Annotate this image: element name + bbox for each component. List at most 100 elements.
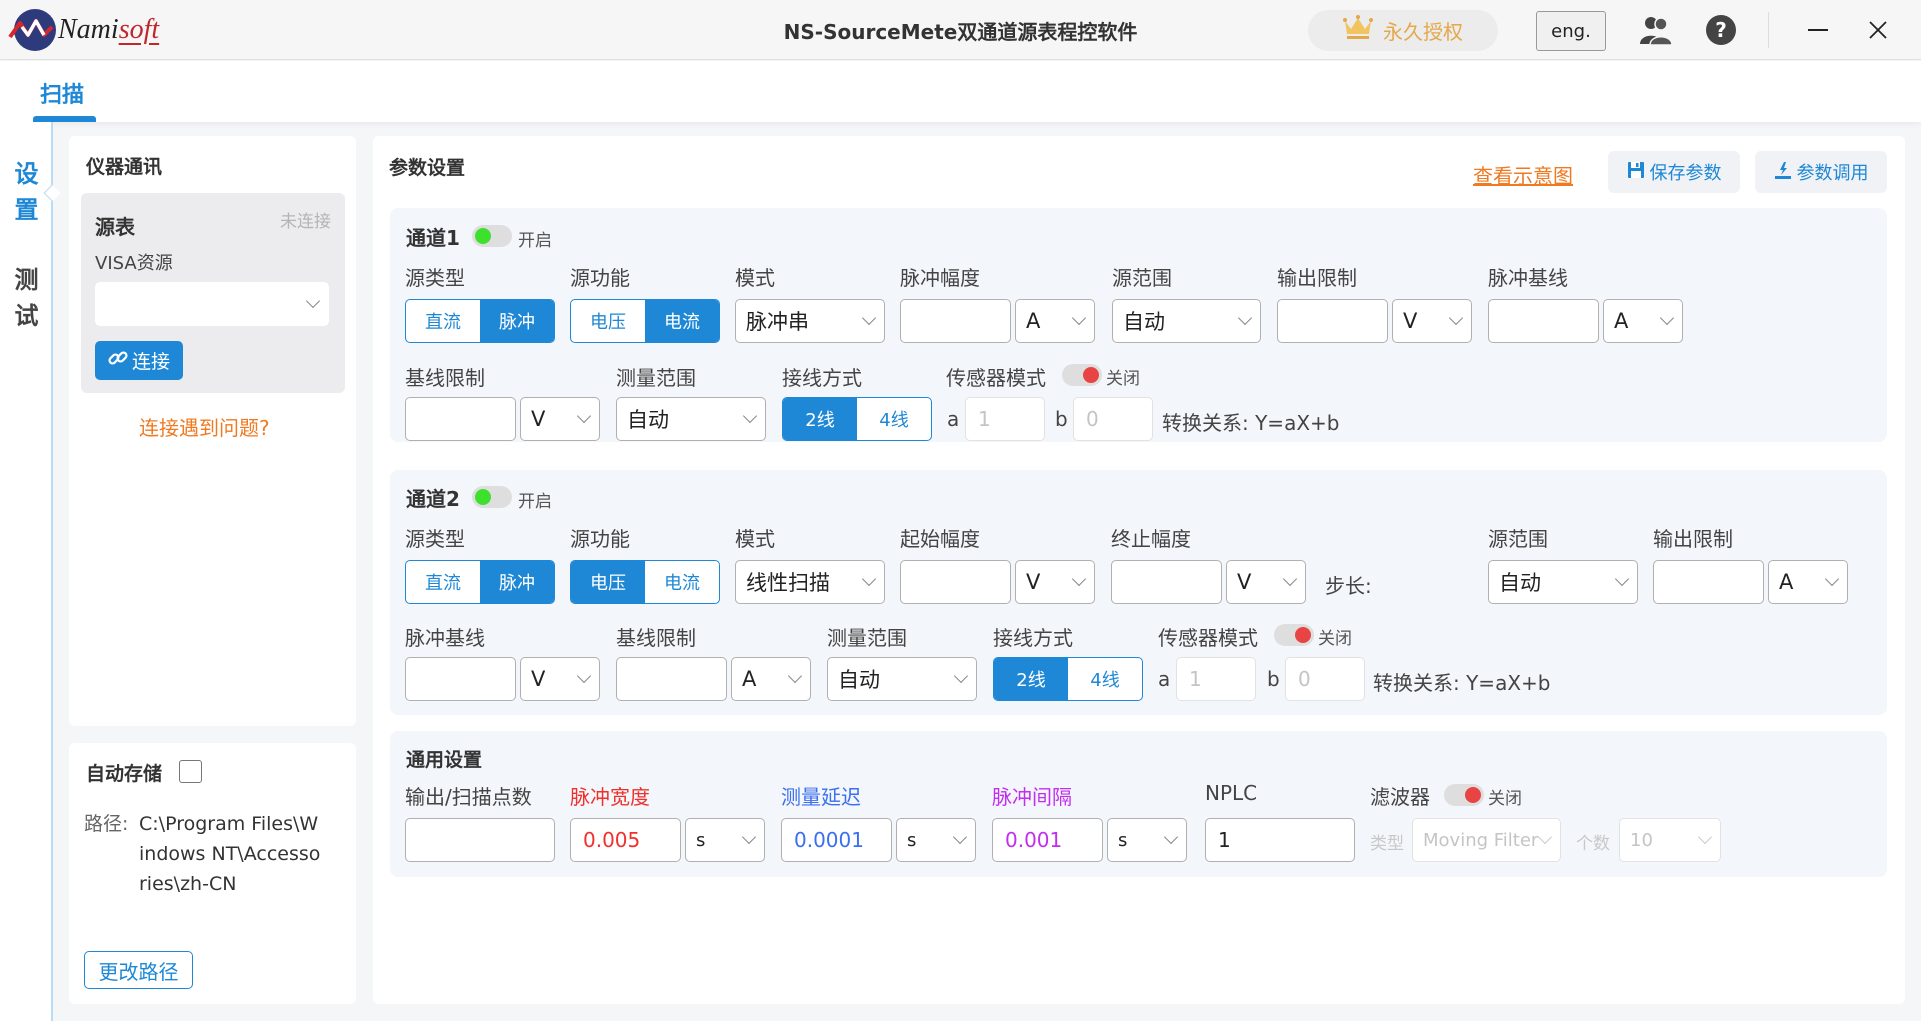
ch2-start-amplitude-unit[interactable]: V [1015, 560, 1095, 604]
pulse-width-input[interactable]: 0.005 [570, 818, 681, 862]
ch2-pulse-baseline-unit[interactable]: V [520, 657, 600, 701]
ch2-b-label: b [1267, 667, 1280, 691]
ch1-wiring-4wire[interactable]: 4线 [857, 398, 931, 440]
ch1-source-type-dc[interactable]: 直流 [406, 300, 480, 342]
connection-help-link[interactable]: 连接遇到问题? [139, 412, 270, 441]
channel1-enable-state: 开启 [518, 231, 552, 251]
logo-text: Namisoft [58, 14, 160, 45]
pulse-interval-input[interactable]: 0.001 [992, 818, 1103, 862]
ch1-pulse-amplitude-input[interactable] [900, 299, 1011, 343]
ch2-measure-range-label: 测量范围 [827, 626, 907, 650]
points-input[interactable] [405, 818, 555, 862]
license-badge[interactable]: 永久授权 [1308, 10, 1498, 51]
ch2-start-amplitude-input[interactable] [900, 560, 1011, 604]
minimize-icon[interactable] [1798, 10, 1838, 50]
ch2-function-voltage[interactable]: 电压 [571, 561, 645, 603]
ch2-output-limit-input[interactable] [1653, 560, 1764, 604]
change-path-button[interactable]: 更改路径 [84, 951, 193, 989]
ch2-baseline-limit-unit[interactable]: A [731, 657, 811, 701]
chevron-down-icon [1697, 829, 1713, 845]
ch1-baseline-limit-input[interactable] [405, 397, 516, 441]
pulse-width-unit[interactable]: s [685, 818, 765, 862]
nplc-input[interactable]: 1 [1205, 818, 1355, 862]
ch2-stop-amplitude-input[interactable] [1111, 560, 1222, 604]
chevron-down-icon [305, 293, 321, 309]
ch1-source-range-select[interactable]: 自动 [1112, 299, 1261, 343]
load-params-button[interactable]: 参数调用 [1755, 151, 1887, 193]
language-button[interactable]: eng. [1536, 11, 1606, 51]
ch1-pulse-amplitude-unit[interactable]: A [1015, 299, 1095, 343]
ch1-mode-label: 模式 [735, 266, 775, 290]
ch1-pulse-baseline-input[interactable] [1488, 299, 1599, 343]
ch1-a-input[interactable]: 1 [965, 397, 1045, 441]
chevron-down-icon [1071, 310, 1087, 326]
ch1-source-function-label: 源功能 [570, 266, 630, 290]
ch2-output-limit-unit[interactable]: A [1768, 560, 1848, 604]
channel2-section: 通道2 开启 源类型 源功能 模式 起始幅度 终止幅度 源范围 输出限制 直流 … [390, 470, 1887, 715]
ch1-function-voltage[interactable]: 电压 [571, 300, 645, 342]
pulse-interval-unit[interactable]: s [1107, 818, 1187, 862]
ch2-baseline-limit-input[interactable] [616, 657, 727, 701]
ch2-source-range-label: 源范围 [1488, 527, 1548, 551]
save-params-button[interactable]: 保存参数 [1608, 151, 1740, 193]
logo-wave-icon [8, 9, 56, 51]
channel1-enable-toggle[interactable] [472, 225, 512, 247]
filter-type-select[interactable]: Moving Filter [1412, 818, 1561, 862]
general-title: 通用设置 [406, 749, 483, 771]
ch2-stop-amplitude-unit[interactable]: V [1226, 560, 1306, 604]
ch1-measure-range-select[interactable]: 自动 [616, 397, 766, 441]
ch1-mode-select[interactable]: 脉冲串 [735, 299, 885, 343]
license-label: 永久授权 [1383, 20, 1463, 44]
ch1-relation-text: 转换关系: Y=aX+b [1162, 411, 1340, 435]
ch2-wiring-2wire[interactable]: 2线 [994, 658, 1068, 700]
measure-delay-unit[interactable]: s [896, 818, 976, 862]
chevron-down-icon [741, 829, 757, 845]
connect-button[interactable]: 连接 [95, 341, 183, 380]
ch2-measure-range-select[interactable]: 自动 [827, 657, 977, 701]
ch1-pulse-baseline-unit[interactable]: A [1603, 299, 1683, 343]
ch1-output-limit-unit[interactable]: V [1392, 299, 1472, 343]
ch1-wiring-toggle: 2线 4线 [782, 397, 932, 441]
measure-delay-input[interactable]: 0.0001 [781, 818, 892, 862]
filter-count-select[interactable]: 10 [1619, 818, 1721, 862]
ch1-output-limit-input[interactable] [1277, 299, 1388, 343]
tab-scan[interactable]: 扫描 [40, 77, 84, 109]
titlebar-separator [1768, 12, 1769, 48]
measure-delay-label: 测量延迟 [781, 785, 861, 809]
ch2-a-input[interactable]: 1 [1176, 657, 1256, 701]
close-icon[interactable] [1858, 10, 1898, 50]
ch1-source-type-pulse[interactable]: 脉冲 [480, 300, 554, 342]
ch2-sensor-mode-toggle[interactable] [1274, 624, 1314, 646]
ch1-sensor-mode-toggle[interactable] [1062, 364, 1102, 386]
ch1-function-current[interactable]: 电流 [645, 300, 719, 342]
users-icon[interactable] [1638, 12, 1674, 48]
source-meter-box: 源表 未连接 VISA资源 连接 [81, 193, 345, 393]
filter-toggle[interactable] [1444, 784, 1484, 806]
ch2-source-type-dc[interactable]: 直流 [406, 561, 480, 603]
ch2-step-label: 步长: [1325, 574, 1372, 598]
ch2-function-current[interactable]: 电流 [645, 561, 719, 603]
ch1-wiring-2wire[interactable]: 2线 [783, 398, 857, 440]
autosave-checkbox[interactable] [179, 760, 202, 783]
visa-resource-select[interactable] [95, 282, 329, 326]
channel2-enable-toggle[interactable] [472, 486, 512, 508]
chevron-down-icon [861, 310, 877, 326]
vnav-item-test[interactable]: 测 试 [0, 262, 53, 334]
chevron-down-icon [1237, 310, 1253, 326]
ch2-a-label: a [1158, 667, 1171, 691]
ch1-baseline-limit-unit[interactable]: V [520, 397, 600, 441]
ch2-source-range-select[interactable]: 自动 [1488, 560, 1638, 604]
ch1-b-label: b [1055, 407, 1068, 431]
ch2-source-type-pulse[interactable]: 脉冲 [480, 561, 554, 603]
chevron-down-icon [576, 408, 592, 424]
ch1-source-type-toggle: 直流 脉冲 [405, 299, 555, 343]
filter-label: 滤波器 [1370, 785, 1430, 809]
ch2-b-input[interactable]: 0 [1285, 657, 1365, 701]
ch1-b-input[interactable]: 0 [1073, 397, 1153, 441]
view-diagram-link[interactable]: 查看示意图 [1473, 160, 1573, 189]
ch2-source-function-label: 源功能 [570, 527, 630, 551]
help-icon[interactable]: ? [1703, 12, 1739, 48]
ch2-wiring-4wire[interactable]: 4线 [1068, 658, 1142, 700]
ch2-pulse-baseline-input[interactable] [405, 657, 516, 701]
ch2-mode-select[interactable]: 线性扫描 [735, 560, 885, 604]
